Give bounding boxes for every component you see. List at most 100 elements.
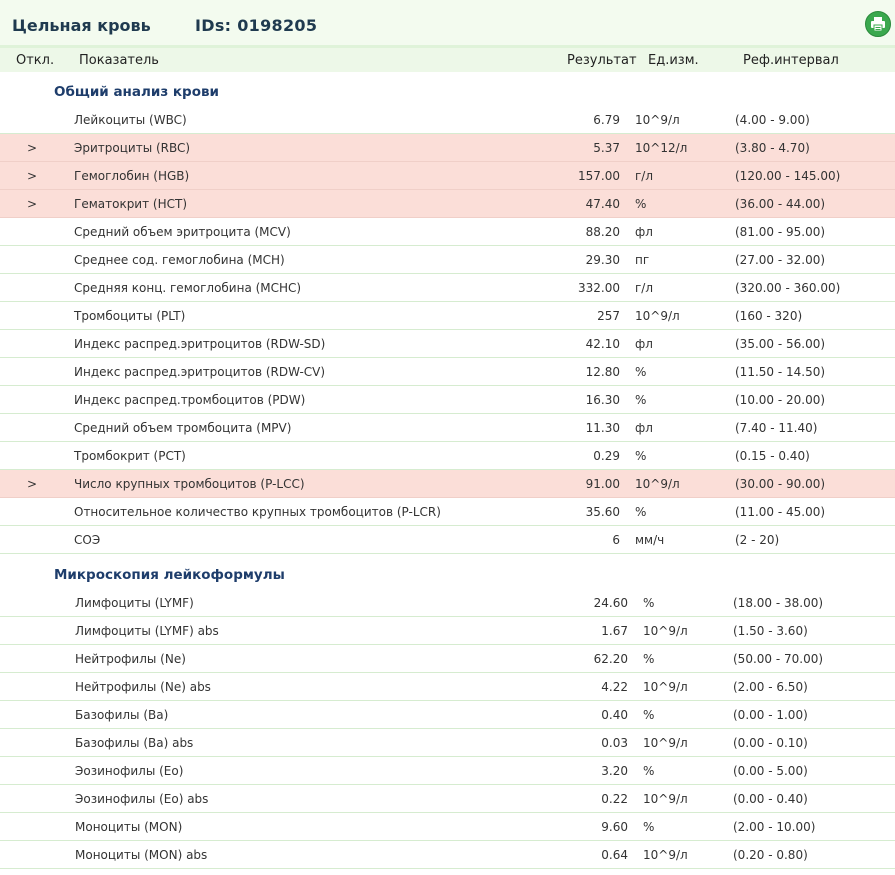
deviation-mark: > bbox=[27, 141, 38, 155]
table-row: Нейтрофилы (Ne) 62.20% (50.00 - 70.00) bbox=[0, 645, 895, 673]
table-row: > Число крупных тромбоцитов (P-LCC) 91.00 1… bbox=[0, 470, 895, 498]
column-header-unit: Ед.изм. bbox=[648, 53, 699, 68]
indicator-name: Среднее сод. гемоглобина (MCH) bbox=[74, 253, 285, 267]
reference-interval: (50.00 - 70.00) bbox=[733, 652, 824, 666]
reference-interval: (0.00 - 0.10) bbox=[733, 736, 808, 750]
indicator-name: Гемоглобин (HGB) bbox=[74, 169, 190, 183]
result-value: 0.29 bbox=[593, 449, 620, 463]
table-row: Индекс распред.тромбоцитов (PDW) 16.30% (1… bbox=[0, 386, 895, 414]
indicator-name: Моноциты (MON) abs bbox=[75, 848, 208, 862]
unit-label: 10^9/л bbox=[643, 624, 688, 638]
reference-interval: (0.15 - 0.40) bbox=[735, 449, 810, 463]
indicator-name: Моноциты (MON) bbox=[75, 820, 183, 834]
result-value: 91.00 bbox=[585, 477, 620, 491]
unit-label: фл bbox=[635, 225, 653, 239]
table-row: Нейтрофилы (Ne) abs 4.22 10^9/л (2.00 - 6.5… bbox=[0, 673, 895, 701]
reference-interval: (11.00 - 45.00) bbox=[735, 505, 826, 519]
result-value: 6 bbox=[612, 533, 620, 547]
result-value: 257 bbox=[597, 309, 620, 323]
table-row: Тромбоциты (PLT) 257 10^9/л (160 - 320) bbox=[0, 302, 895, 330]
indicator-name: Нейтрофилы (Ne) bbox=[75, 652, 186, 666]
unit-label: % bbox=[643, 596, 655, 610]
table-row: Индекс распред.эритроцитов (RDW-SD) 42.10… bbox=[0, 330, 895, 358]
indicator-name: Индекс распред.эритроцитов (RDW-SD) bbox=[74, 337, 326, 351]
section-title: Микроскопия лейкоформулы bbox=[54, 567, 285, 583]
indicator-name: Средний объем эритроцита (MCV) bbox=[74, 225, 291, 239]
result-value: 5.37 bbox=[593, 141, 620, 155]
reference-interval: (0.20 - 0.80) bbox=[733, 848, 808, 862]
reference-interval: (1.50 - 3.60) bbox=[733, 624, 808, 638]
indicator-name: Средний объем тромбоцита (MPV) bbox=[74, 421, 292, 435]
unit-label: % bbox=[635, 393, 647, 407]
indicator-name: Число крупных тромбоцитов (P-LCC) bbox=[74, 477, 305, 491]
table-row: Средний объем эритроцита (MCV) 88.20 фл (81… bbox=[0, 218, 895, 246]
reference-interval: (4.00 - 9.00) bbox=[735, 113, 810, 127]
print-button[interactable] bbox=[865, 11, 891, 37]
reference-interval: (10.00 - 20.00) bbox=[735, 393, 826, 407]
reference-interval: (7.40 - 11.40) bbox=[735, 421, 818, 435]
indicator-name: Эритроциты (RBC) bbox=[74, 141, 191, 155]
result-value: 16.30 bbox=[585, 393, 620, 407]
deviation-mark: > bbox=[27, 197, 38, 211]
indicator-name: Лимфоциты (LYMF) abs bbox=[75, 624, 219, 638]
result-value: 0.22 bbox=[601, 792, 628, 806]
unit-label: г/л bbox=[635, 281, 654, 295]
column-header-flag: Откл. bbox=[16, 53, 55, 68]
indicator-name: Эозинофилы (Eo) bbox=[75, 764, 184, 778]
table-row: Среднее сод. гемоглобина (MCH) 29.30 пг (27… bbox=[0, 246, 895, 274]
reference-interval: (0.00 - 5.00) bbox=[733, 764, 808, 778]
table-row: Лимфоциты (LYMF) 24.60% (18.00 - 38.00) bbox=[0, 589, 895, 617]
unit-label: % bbox=[643, 708, 655, 722]
unit-label: % bbox=[643, 820, 655, 834]
indicator-name: Индекс распред.тромбоцитов (PDW) bbox=[74, 393, 306, 407]
result-value: 0.64 bbox=[601, 848, 628, 862]
reference-interval: (11.50 - 14.50) bbox=[735, 365, 826, 379]
indicator-name: Индекс распред.эритроцитов (RDW-CV) bbox=[74, 365, 326, 379]
table-row: > Гематокрит (HCT) 47.40% (36.00 - 44.00) bbox=[0, 190, 895, 218]
sample-type-title: Цельная кровь bbox=[12, 16, 151, 35]
result-value: 29.30 bbox=[585, 253, 620, 267]
reference-interval: (35.00 - 56.00) bbox=[735, 337, 826, 351]
unit-label: 10^9/л bbox=[643, 680, 688, 694]
result-value: 47.40 bbox=[585, 197, 620, 211]
lab-results-page: Цельная кровь IDs: 0198205 Откл. Показат… bbox=[0, 0, 895, 875]
indicator-name: Базофилы (Ba) bbox=[75, 708, 169, 722]
deviation-mark: > bbox=[27, 477, 38, 491]
reference-interval: (3.80 - 4.70) bbox=[735, 141, 810, 155]
table-row: Базофилы (Ba) abs 0.03 10^9/л (0.00 - 0.10) bbox=[0, 729, 895, 757]
result-value: 0.03 bbox=[601, 736, 628, 750]
deviation-mark: > bbox=[27, 169, 38, 183]
unit-label: % bbox=[635, 365, 647, 379]
result-value: 1.67 bbox=[601, 624, 628, 638]
indicator-name: Тромбоциты (PLT) bbox=[74, 309, 186, 323]
table-row: Относительное количество крупных тромбоц… bbox=[0, 498, 895, 526]
table-row: Индекс распред.эритроцитов (RDW-CV) 12.80… bbox=[0, 358, 895, 386]
table-row: Тромбокрит (PCT) 0.29% (0.15 - 0.40) bbox=[0, 442, 895, 470]
result-value: 62.20 bbox=[593, 652, 628, 666]
result-value: 35.60 bbox=[585, 505, 620, 519]
result-value: 88.20 bbox=[585, 225, 620, 239]
result-value: 4.22 bbox=[601, 680, 628, 694]
table-row: Моноциты (MON) abs 0.64 10^9/л (0.20 - 0.80… bbox=[0, 841, 895, 869]
result-value: 11.30 bbox=[585, 421, 620, 435]
reference-interval: (2.00 - 10.00) bbox=[733, 820, 816, 834]
unit-label: % bbox=[635, 505, 647, 519]
column-header-result: Результат bbox=[567, 53, 637, 68]
unit-label: 10^9/л bbox=[643, 792, 688, 806]
column-header-indicator: Показатель bbox=[79, 53, 159, 68]
reference-interval: (18.00 - 38.00) bbox=[733, 596, 824, 610]
unit-label: 10^9/л bbox=[643, 848, 688, 862]
indicator-name: Относительное количество крупных тромбоц… bbox=[74, 505, 441, 519]
table-column-headers: Откл. Показатель Результат Ед.изм. Реф.и… bbox=[0, 48, 895, 72]
indicator-name: Эозинофилы (Eo) abs bbox=[75, 792, 209, 806]
indicator-name: Тромбокрит (PCT) bbox=[74, 449, 186, 463]
table-row: Средний объем тромбоцита (MPV) 11.30 фл (7.… bbox=[0, 414, 895, 442]
result-value: 24.60 bbox=[593, 596, 628, 610]
reference-interval: (0.00 - 1.00) bbox=[733, 708, 808, 722]
unit-label: % bbox=[643, 652, 655, 666]
result-value: 12.80 bbox=[585, 365, 620, 379]
result-value: 0.40 bbox=[601, 708, 628, 722]
column-header-ref: Реф.интервал bbox=[743, 53, 839, 68]
indicator-name: Базофилы (Ba) abs bbox=[75, 736, 194, 750]
table-row: Лейкоциты (WBC) 6.79 10^9/л (4.00 - 9.00) bbox=[0, 106, 895, 134]
